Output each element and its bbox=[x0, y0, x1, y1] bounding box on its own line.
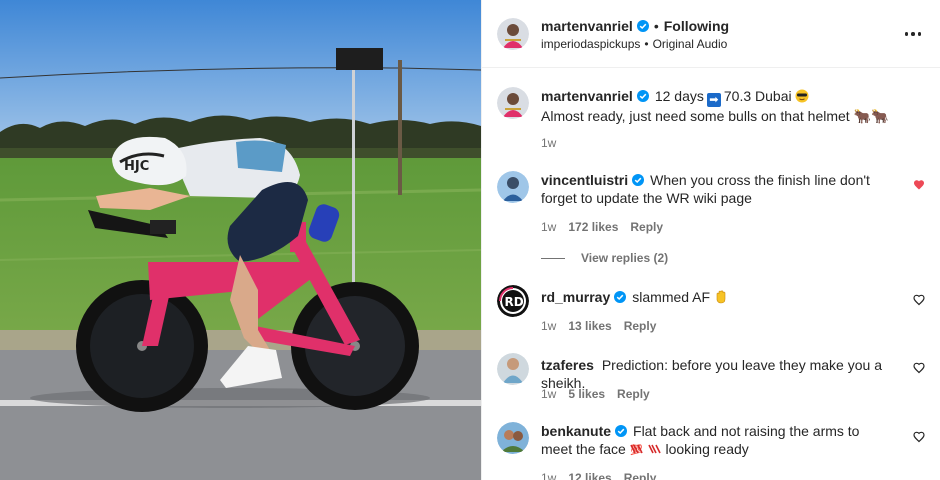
heart-icon[interactable] bbox=[913, 294, 925, 306]
audio-separator: • bbox=[644, 37, 649, 51]
comment-likes[interactable]: 5 likes bbox=[568, 387, 605, 401]
svg-text:RD: RD bbox=[505, 295, 524, 309]
reply-button[interactable]: Reply bbox=[624, 471, 657, 480]
caption: martenvanriel 12 days ➡ 70.3 Dubai Almost r… bbox=[482, 87, 940, 157]
verified-icon bbox=[615, 425, 628, 437]
bull-emoji-icon: 🐂🐂 bbox=[853, 108, 889, 124]
reply-button[interactable]: Reply bbox=[630, 220, 663, 234]
more-options-icon[interactable] bbox=[901, 24, 925, 44]
comment-item: RD rd_murray slammed AF 1w 13 likes Reply bbox=[482, 285, 940, 335]
sunglasses-emoji-icon bbox=[795, 89, 809, 103]
comment-likes[interactable]: 12 likes bbox=[568, 471, 611, 480]
heart-icon[interactable] bbox=[913, 431, 925, 443]
replies-divider bbox=[541, 257, 565, 259]
caption-username[interactable]: martenvanriel bbox=[541, 88, 633, 104]
comment-likes[interactable]: 172 likes bbox=[568, 220, 618, 234]
comment-item: vincentluistri When you cross the finish … bbox=[482, 171, 940, 271]
author-avatar[interactable] bbox=[497, 18, 529, 50]
audio-username[interactable]: imperiodaspickups bbox=[541, 36, 640, 52]
following-button[interactable]: Following bbox=[664, 17, 729, 35]
view-replies-button[interactable]: View replies (2) bbox=[541, 251, 668, 265]
comment-username[interactable]: benkanute bbox=[541, 423, 611, 439]
comment-text-end: looking ready bbox=[665, 441, 749, 457]
verified-icon bbox=[614, 291, 627, 303]
hundred-emoji-icon bbox=[647, 444, 661, 454]
comment-username[interactable]: tzaferes bbox=[541, 357, 594, 373]
caption-time[interactable]: 1w bbox=[541, 136, 556, 150]
caption-countdown: 12 days bbox=[654, 88, 704, 104]
audio-label[interactable]: Original Audio bbox=[653, 36, 728, 52]
svg-text:HJC: HJC bbox=[124, 159, 149, 174]
verified-icon bbox=[636, 90, 649, 102]
comments-panel: martenvanriel • Following imperiodaspick… bbox=[481, 0, 940, 480]
reply-button[interactable]: Reply bbox=[617, 387, 650, 401]
arrow-right-icon: ➡ bbox=[706, 93, 721, 107]
reply-button[interactable]: Reply bbox=[624, 319, 657, 333]
comment-time[interactable]: 1w bbox=[541, 319, 556, 333]
caption-text: Almost ready, just need some bulls on th… bbox=[541, 108, 850, 124]
comment-time[interactable]: 1w bbox=[541, 220, 556, 234]
commenter-avatar[interactable] bbox=[497, 171, 529, 203]
comment-username[interactable]: vincentluistri bbox=[541, 172, 628, 188]
heart-filled-icon[interactable] bbox=[913, 179, 925, 191]
comment-item: benkanute Flat back and not raising the a… bbox=[482, 422, 940, 480]
view-replies-label: View replies (2) bbox=[581, 251, 669, 265]
comment-username[interactable]: rd_murray bbox=[541, 289, 610, 305]
heart-icon[interactable] bbox=[913, 362, 925, 374]
comment-item: tzaferes Prediction: before you leave th… bbox=[482, 353, 940, 403]
cyclist-photo: HJC bbox=[0, 0, 481, 480]
comment-text: slammed AF bbox=[632, 289, 711, 305]
caption-event: 70.3 Dubai bbox=[723, 88, 792, 104]
author-username[interactable]: martenvanriel bbox=[541, 17, 633, 35]
commenter-avatar[interactable] bbox=[497, 422, 529, 454]
comment-time[interactable]: 1w bbox=[541, 471, 556, 480]
verified-icon bbox=[632, 174, 645, 186]
commenter-avatar[interactable]: RD bbox=[497, 285, 529, 317]
comment-time[interactable]: 1w bbox=[541, 387, 556, 401]
caption-avatar[interactable] bbox=[497, 87, 529, 119]
commenter-avatar[interactable] bbox=[497, 353, 529, 385]
raised-hand-emoji-icon bbox=[716, 290, 726, 304]
hundred-emoji-icon: 💯 bbox=[630, 443, 643, 456]
separator-dot: • bbox=[653, 18, 659, 34]
verified-icon bbox=[636, 20, 649, 32]
comment-likes[interactable]: 13 likes bbox=[568, 319, 611, 333]
post-media[interactable]: HJC bbox=[0, 0, 481, 480]
post-header: martenvanriel • Following imperiodaspick… bbox=[482, 0, 940, 68]
